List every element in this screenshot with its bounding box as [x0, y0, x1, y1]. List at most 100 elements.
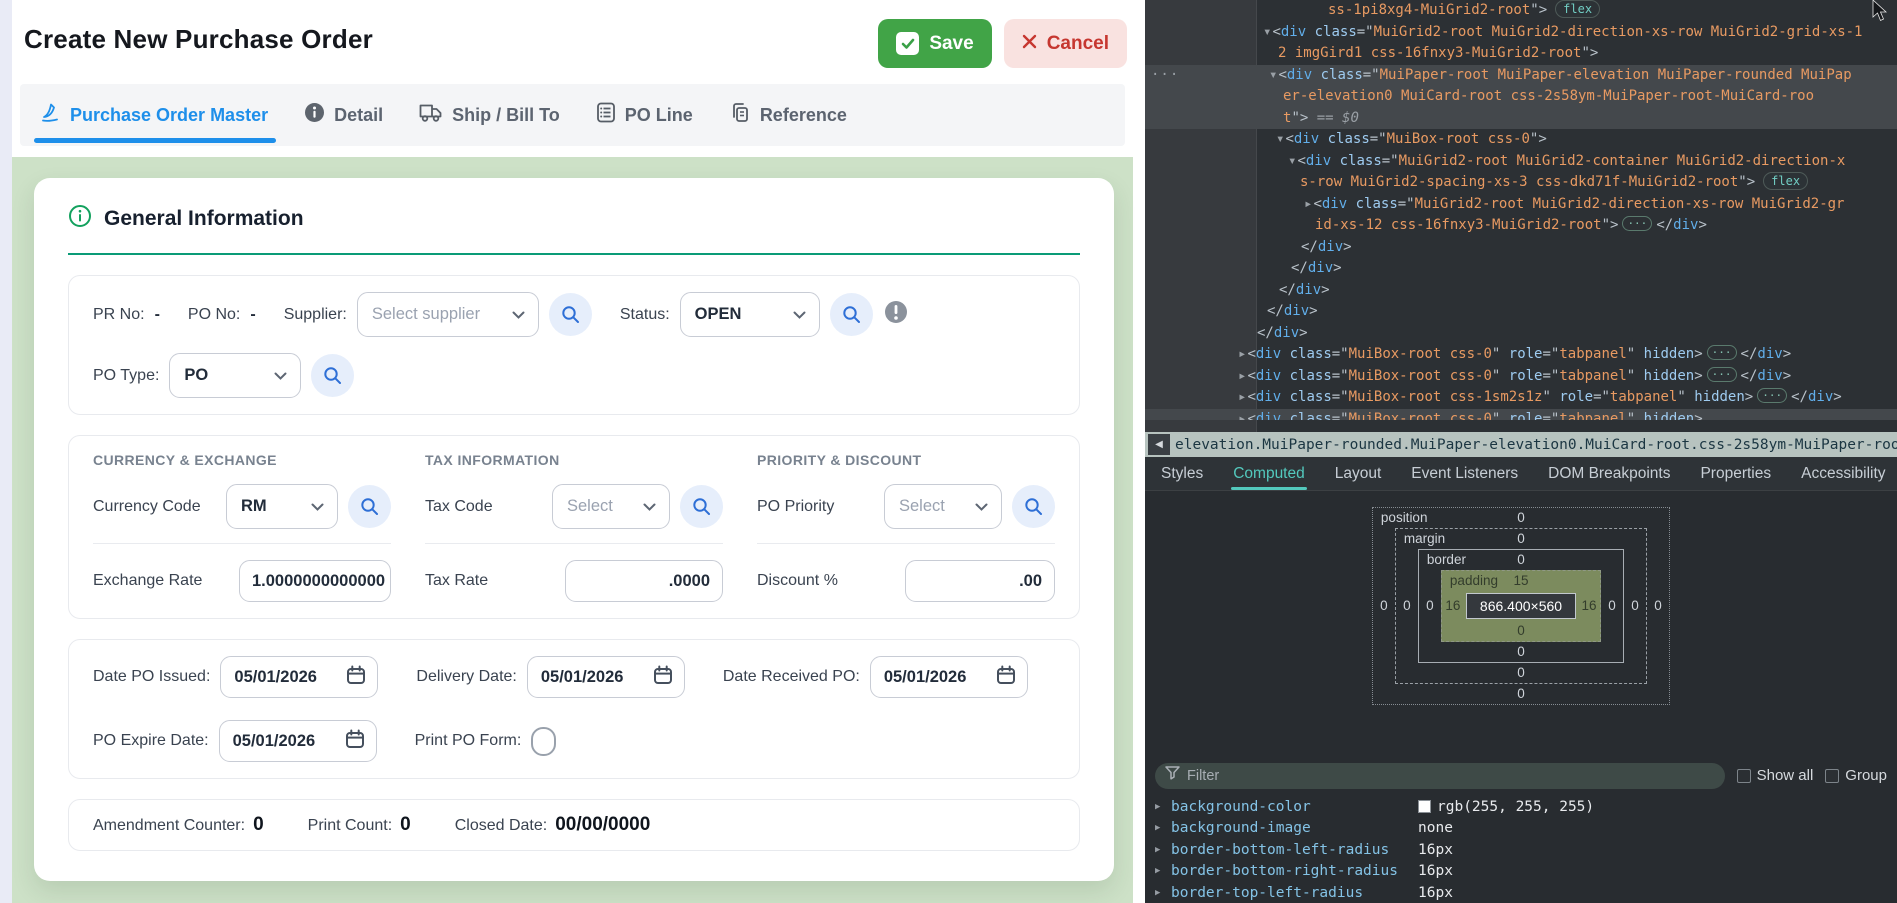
supplier-search-button[interactable] — [549, 293, 592, 336]
po-priority-search-button[interactable] — [1012, 485, 1055, 528]
tab-reference[interactable]: Reference — [729, 102, 847, 129]
code-token: "> — [1530, 2, 1547, 18]
dom-tree-row[interactable]: er-elevation0 MuiCard-root css-2s58ym-Mu… — [1145, 86, 1897, 108]
dom-tree-row[interactable]: s-row MuiGrid2-spacing-xs-3 css-dkd71f-M… — [1145, 172, 1897, 194]
collapsed-content-icon[interactable]: ··· — [1707, 345, 1737, 360]
dom-tree-row[interactable]: </div> — [1145, 301, 1897, 323]
expand-arrow-icon[interactable]: ▶ — [1155, 802, 1171, 812]
tab-po-line[interactable]: PO Line — [596, 102, 693, 128]
delivery-date-input[interactable]: 05/01/2026 — [527, 656, 685, 698]
collapse-arrow-icon[interactable]: ▾ — [1276, 131, 1284, 147]
ellipsis-gutter-icon[interactable]: ··· — [1151, 65, 1179, 87]
dom-tree-row[interactable]: t"> == $0 — [1145, 108, 1897, 130]
computed-property-row[interactable]: ▶border-top-left-radius16px — [1145, 882, 1897, 903]
status-select[interactable]: OPEN — [680, 292, 820, 337]
dom-tree-row[interactable]: </div> — [1145, 258, 1897, 280]
cancel-button[interactable]: Cancel — [1004, 19, 1127, 68]
box-model-diagram: position0 0 margin0 0 border0 0 — [1145, 491, 1897, 759]
dom-tree-row[interactable]: </div> — [1145, 237, 1897, 259]
expand-arrow-icon[interactable]: ▸ — [1238, 411, 1246, 420]
date-received-po-input[interactable]: 05/01/2026 — [870, 656, 1028, 698]
po-priority-select[interactable]: Select — [884, 484, 1002, 529]
supplier-select[interactable]: Select supplier — [357, 292, 539, 337]
currency-search-button[interactable] — [348, 485, 391, 528]
dom-tree-row[interactable]: ▸<div class="MuiBox-root css-0" role="ta… — [1145, 344, 1897, 366]
dom-tree-row[interactable]: ···▾<div class="MuiPaper-root MuiPaper-e… — [1145, 65, 1897, 87]
code-token: > — [1309, 303, 1317, 319]
filter-pill[interactable] — [1155, 763, 1725, 789]
tab-ship-bill-to[interactable]: Ship / Bill To — [419, 103, 560, 128]
po-type-select[interactable]: PO — [169, 353, 301, 398]
dom-tree-row[interactable]: ss-1pi8xg4-MuiGrid2-root">flex — [1145, 0, 1897, 22]
currency-code-select[interactable]: RM — [226, 484, 338, 529]
dom-tree-row[interactable]: ▸<div class="MuiBox-root css-0" role="ta… — [1145, 409, 1897, 420]
expand-arrow-icon[interactable]: ▶ — [1155, 823, 1171, 833]
code-token: hidden — [1644, 411, 1695, 420]
tax-code-select[interactable]: Select — [552, 484, 670, 529]
po-expire-date-input[interactable]: 05/01/2026 — [219, 720, 377, 762]
dom-tree-row[interactable]: id-xs-12 css-16fnxy3-MuiGrid2-root">···<… — [1145, 215, 1897, 237]
dom-tree-row[interactable]: ▾<div class="MuiGrid2-root MuiGrid2-cont… — [1145, 151, 1897, 173]
box-model-padding[interactable]: padding15 16 866.400×560 16 0 — [1441, 570, 1601, 642]
expand-arrow-icon[interactable]: ▸ — [1304, 196, 1312, 212]
box-model-border[interactable]: border0 0 padding15 16 866.400×560 16 — [1418, 549, 1624, 663]
box-model-content-size[interactable]: 866.400×560 — [1466, 593, 1576, 619]
collapse-arrow-icon[interactable]: ▾ — [1288, 153, 1296, 169]
show-all-checkbox[interactable]: Show all — [1737, 767, 1814, 784]
computed-property-row[interactable]: ▶border-bottom-left-radius16px — [1145, 839, 1897, 861]
filter-input[interactable] — [1187, 768, 1715, 784]
print-po-form-checkbox[interactable] — [531, 727, 556, 756]
dom-tree-row[interactable]: </div> — [1145, 323, 1897, 345]
box-model-margin[interactable]: margin0 0 border0 0 padding15 — [1395, 528, 1647, 684]
dom-tree-row[interactable]: ▾<div class="MuiBox-root css-0"> — [1145, 129, 1897, 151]
expand-arrow-icon[interactable]: ▶ — [1155, 866, 1171, 876]
box-model-position[interactable]: position0 0 margin0 0 border0 0 — [1372, 507, 1670, 705]
dom-tree-row[interactable]: ▸<div class="MuiGrid2-root MuiGrid2-dire… — [1145, 194, 1897, 216]
devtools-tab-event-listeners[interactable]: Event Listeners — [1411, 457, 1518, 490]
elements-tree[interactable]: ss-1pi8xg4-MuiGrid2-root">flex▾<div clas… — [1145, 0, 1897, 432]
computed-property-row[interactable]: ▶background-imagenone — [1145, 818, 1897, 840]
funnel-icon — [1165, 766, 1180, 785]
po-type-search-button[interactable] — [311, 354, 354, 397]
dom-tree-row[interactable]: ▸<div class="MuiBox-root css-0" role="ta… — [1145, 366, 1897, 388]
expand-arrow-icon[interactable]: ▶ — [1155, 888, 1171, 898]
tax-rate-input[interactable]: .0000 — [565, 560, 723, 602]
collapse-arrow-icon[interactable]: ▾ — [1263, 24, 1271, 40]
expand-arrow-icon[interactable]: ▸ — [1238, 389, 1246, 405]
collapsed-content-icon[interactable]: ··· — [1707, 367, 1737, 382]
expand-arrow-icon[interactable]: ▸ — [1238, 346, 1246, 362]
computed-property-row[interactable]: ▶background-colorrgb(255, 255, 255) — [1145, 796, 1897, 818]
flex-badge[interactable]: flex — [1555, 0, 1600, 18]
collapse-arrow-icon[interactable]: ▾ — [1269, 67, 1277, 83]
devtools-tab-styles[interactable]: Styles — [1161, 457, 1203, 490]
devtools-tab-accessibility[interactable]: Accessibility — [1801, 457, 1885, 490]
collapsed-content-icon[interactable]: ··· — [1757, 388, 1787, 403]
code-token: hidden — [1694, 389, 1745, 405]
save-button[interactable]: Save — [878, 19, 991, 68]
expand-arrow-icon[interactable]: ▸ — [1238, 368, 1246, 384]
exchange-rate-input[interactable]: 1.0000000000000 — [239, 560, 391, 602]
devtools-tab-computed[interactable]: Computed — [1233, 457, 1305, 490]
devtools-tab-layout[interactable]: Layout — [1335, 457, 1382, 490]
tax-code-search-button[interactable] — [680, 485, 723, 528]
computed-property-row[interactable]: ▶border-bottom-right-radius16px — [1145, 861, 1897, 883]
collapsed-content-icon[interactable]: ··· — [1622, 216, 1652, 231]
date-po-issued-input[interactable]: 05/01/2026 — [220, 656, 378, 698]
tax-information-column: TAX INFORMATION Tax Code Select — [425, 452, 723, 602]
tab-purchase-order-master[interactable]: Purchase Order Master — [40, 102, 268, 128]
status-search-button[interactable] — [830, 293, 873, 336]
dom-tree-row[interactable]: </div> — [1145, 280, 1897, 302]
devtools-tab-properties[interactable]: Properties — [1700, 457, 1771, 490]
discount-input[interactable]: .00 — [905, 560, 1055, 602]
devtools-tab-dom-breakpoints[interactable]: DOM Breakpoints — [1548, 457, 1670, 490]
breadcrumb-back-button[interactable]: ◀ — [1148, 434, 1170, 455]
dom-tree-row[interactable]: ▾<div class="MuiGrid2-root MuiGrid2-dire… — [1145, 22, 1897, 44]
group-checkbox[interactable]: Group — [1825, 767, 1887, 784]
tab-detail[interactable]: Detail — [304, 102, 383, 128]
dom-tree-row[interactable]: ▸<div class="MuiBox-root css-1sm2s1z" ro… — [1145, 387, 1897, 409]
code-token: < — [1272, 24, 1280, 40]
dom-tree-row[interactable]: 2 imgGird1 css-16fnxy3-MuiGrid2-root"> — [1145, 43, 1897, 65]
flex-badge[interactable]: flex — [1763, 172, 1808, 190]
expand-arrow-icon[interactable]: ▶ — [1155, 845, 1171, 855]
cancel-button-label: Cancel — [1047, 33, 1109, 55]
